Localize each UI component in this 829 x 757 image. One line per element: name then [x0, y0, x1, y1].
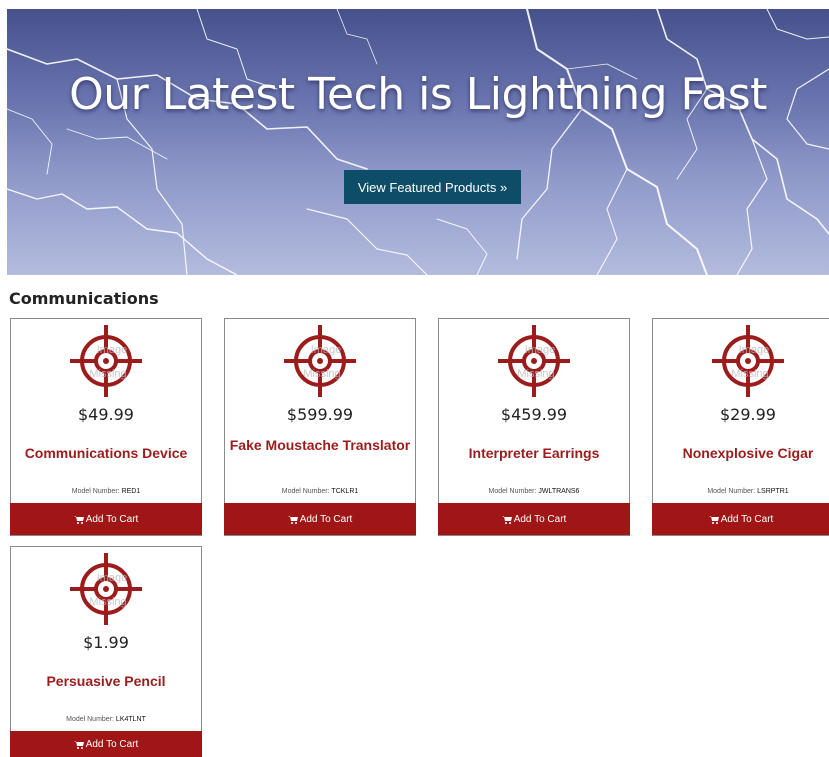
- add-to-cart-button[interactable]: Add To Cart: [652, 503, 829, 535]
- model-number: Model Number: LK4TLNT: [11, 716, 201, 723]
- image-placeholder-text-bottom: Missing: [517, 368, 554, 380]
- product-card: Image Missing $599.99 Fake Moustache Tra…: [224, 318, 416, 536]
- add-to-cart-button[interactable]: Add To Cart: [10, 731, 202, 757]
- model-number-label: Model Number:: [488, 488, 537, 495]
- product-price: $49.99: [78, 405, 134, 424]
- model-number: Model Number: JWLTRANS6: [439, 488, 629, 495]
- image-placeholder-text-top: Image: [739, 344, 770, 356]
- add-to-cart-label: Add To Cart: [720, 513, 774, 525]
- product-name[interactable]: Persuasive Pencil: [15, 673, 197, 689]
- cart-icon: [708, 515, 719, 524]
- hero-banner: Our Latest Tech is Lightning Fast View F…: [7, 9, 829, 275]
- product-name[interactable]: Communications Device: [15, 445, 197, 461]
- target-icon: Image Missing: [284, 325, 356, 397]
- model-number-value: RED1: [121, 488, 141, 495]
- product-name[interactable]: Nonexplosive Cigar: [653, 445, 829, 461]
- cart-icon: [73, 515, 84, 524]
- cart-icon: [73, 740, 84, 749]
- model-number-value: JWLTRANS6: [538, 488, 580, 495]
- model-number-label: Model Number:: [71, 488, 120, 495]
- add-to-cart-label: Add To Cart: [513, 513, 567, 525]
- model-number-label: Model Number:: [281, 488, 330, 495]
- product-price: $29.99: [720, 405, 776, 424]
- product-name[interactable]: Interpreter Earrings: [443, 445, 625, 461]
- add-to-cart-button[interactable]: Add To Cart: [224, 503, 416, 535]
- image-placeholder-text-top: Image: [311, 344, 342, 356]
- product-price: $599.99: [286, 405, 354, 424]
- model-number-value: LSRPTR1: [757, 488, 789, 495]
- add-to-cart-button[interactable]: Add To Cart: [10, 503, 202, 535]
- add-to-cart-label: Add To Cart: [299, 513, 353, 525]
- target-icon: Image Missing: [498, 325, 570, 397]
- product-card: Image Missing $29.99 Nonexplosive Cigar …: [652, 318, 829, 536]
- cart-icon: [287, 515, 298, 524]
- cart-icon: [501, 515, 512, 524]
- model-number-label: Model Number:: [66, 716, 114, 723]
- add-to-cart-button[interactable]: Add To Cart: [438, 503, 630, 535]
- product-card: Image Missing $1.99 Persuasive Pencil Mo…: [10, 546, 202, 757]
- add-to-cart-label: Add To Cart: [85, 513, 139, 525]
- section-title: Communications: [9, 289, 159, 308]
- model-number: Model Number: TCKLR1: [225, 488, 415, 495]
- product-price: $1.99: [83, 633, 129, 652]
- product-price: $459.99: [500, 405, 568, 424]
- target-icon: Image Missing: [712, 325, 784, 397]
- image-placeholder-text-bottom: Missing: [303, 368, 340, 380]
- add-to-cart-label: Add To Cart: [85, 738, 139, 750]
- hero-title: Our Latest Tech is Lightning Fast: [69, 69, 767, 120]
- view-featured-products-button[interactable]: View Featured Products »: [344, 170, 521, 204]
- image-placeholder-text-top: Image: [525, 344, 556, 356]
- model-number-value: LK4TLNT: [115, 716, 146, 723]
- target-icon: Image Missing: [70, 553, 142, 625]
- model-number: Model Number: LSRPTR1: [653, 488, 829, 495]
- image-placeholder-text-bottom: Missing: [89, 596, 126, 608]
- image-placeholder-text-top: Image: [97, 344, 128, 356]
- model-number-value: TCKLR1: [331, 488, 359, 495]
- lightning-background: [7, 9, 829, 275]
- target-icon: Image Missing: [70, 325, 142, 397]
- model-number: Model Number: RED1: [11, 488, 201, 495]
- image-placeholder-text-bottom: Missing: [89, 368, 126, 380]
- product-name[interactable]: Fake Moustache Translator: [229, 437, 411, 453]
- product-card: Image Missing $459.99 Interpreter Earrin…: [438, 318, 630, 536]
- image-placeholder-text-top: Image: [97, 572, 128, 584]
- model-number-label: Model Number:: [707, 488, 756, 495]
- product-card: Image Missing $49.99 Communications Devi…: [10, 318, 202, 536]
- image-placeholder-text-bottom: Missing: [731, 368, 768, 380]
